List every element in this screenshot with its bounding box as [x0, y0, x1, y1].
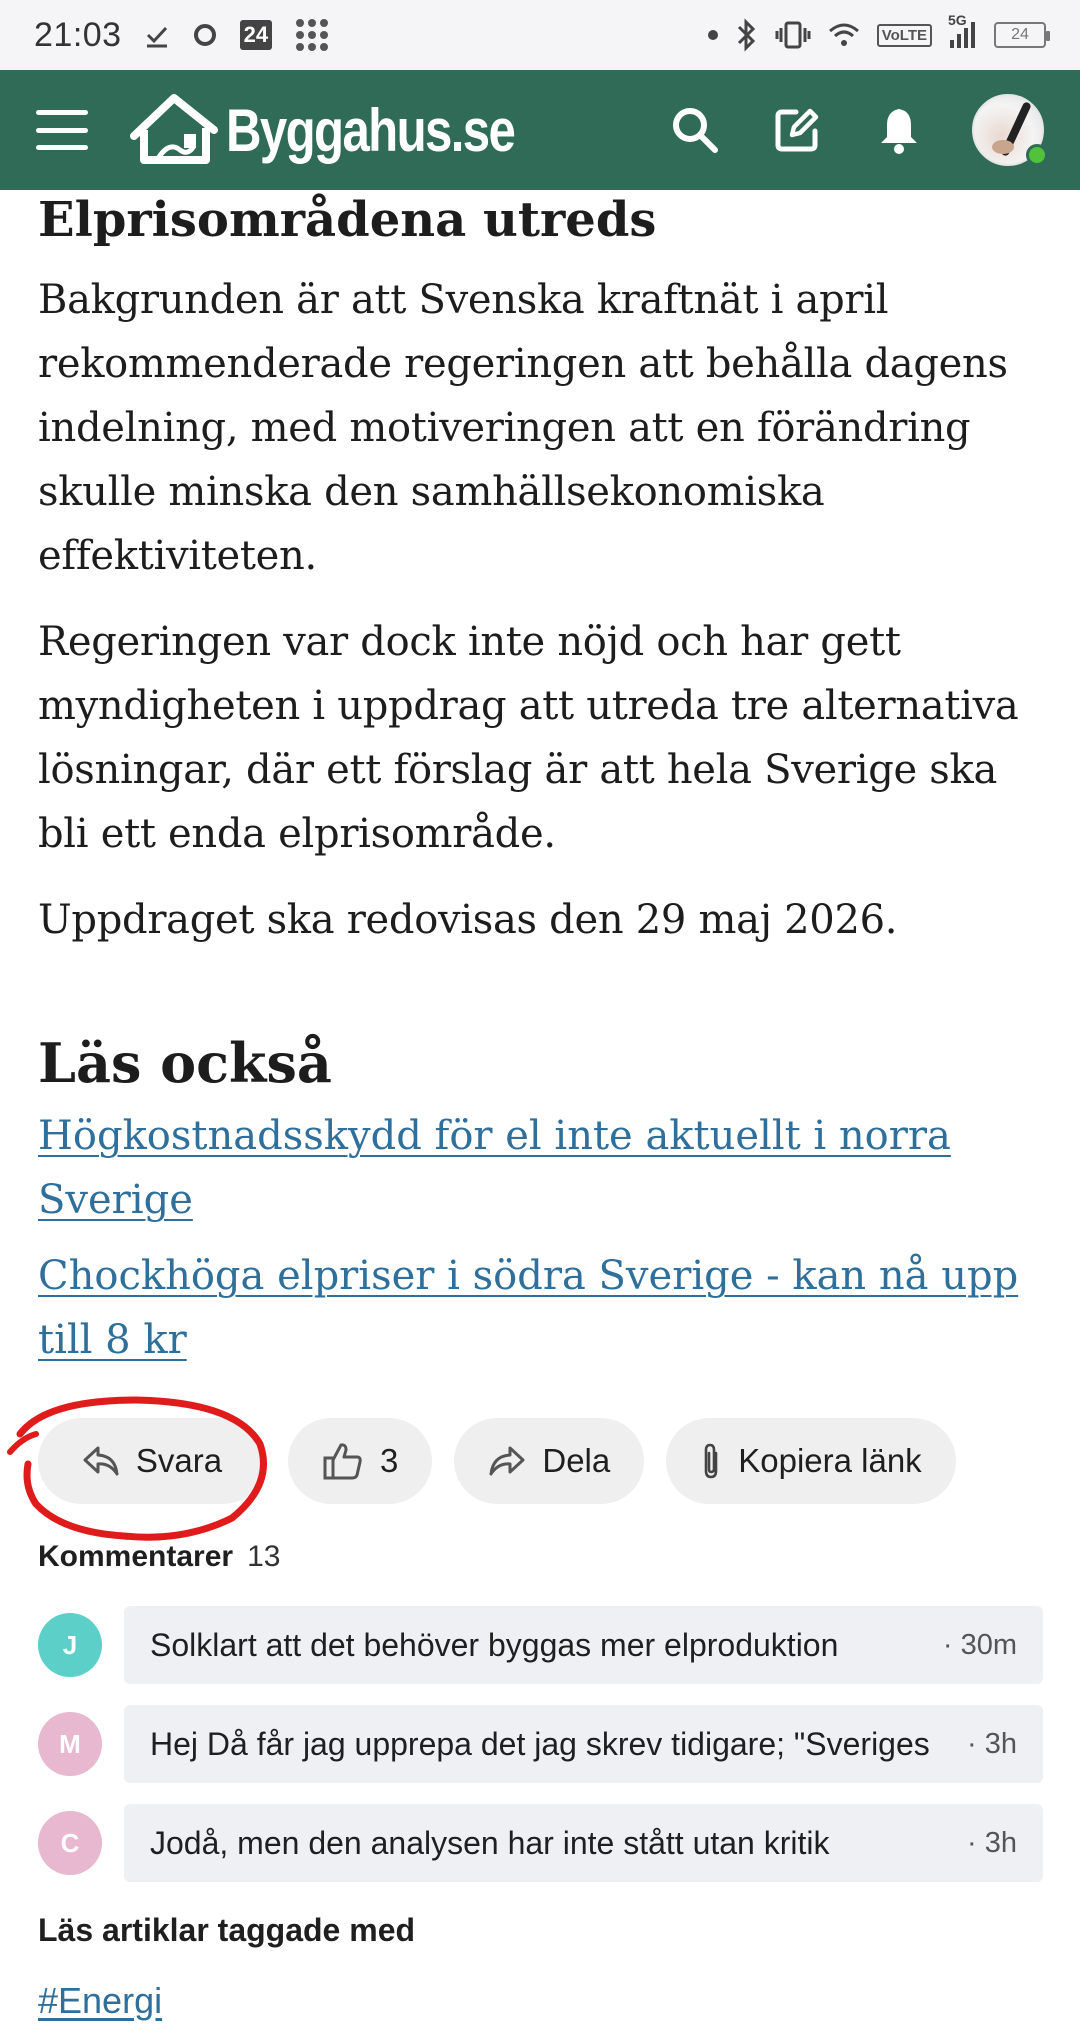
comment-time: · 3h: [967, 1826, 1017, 1859]
volte-icon: VoLTE: [876, 23, 932, 47]
read-also-link[interactable]: Chockhöga elpriser i södra Sverige - kan…: [38, 1244, 1048, 1372]
thumbs-up-icon: [323, 1443, 362, 1480]
tags-heading: Läs artiklar taggade med: [38, 1912, 416, 1948]
battery-icon: 24: [994, 22, 1050, 48]
signal-icon: 5G: [948, 12, 978, 50]
reply-button[interactable]: Svara: [38, 1418, 266, 1504]
signal-5g-label: 5G: [948, 12, 967, 28]
house-logo-icon: [130, 94, 218, 164]
vibrate-icon: [775, 20, 811, 50]
circle-icon: [192, 22, 218, 48]
comments-header: Kommentarer 13: [38, 1540, 280, 1574]
comment-time: · 3h: [967, 1727, 1017, 1760]
paperclip-icon: [704, 1443, 718, 1479]
article-actions: Svara 3 Dela Kopiera länk: [38, 1418, 956, 1504]
comment-bubble[interactable]: Hej Då får jag upprepa det jag skrev tid…: [124, 1705, 1043, 1783]
status-bar: 21:03 24 VoLTE 5G 24: [0, 0, 1080, 70]
like-button[interactable]: 3: [288, 1418, 433, 1504]
comments-count: 13: [247, 1540, 281, 1573]
user-avatar-button[interactable]: [972, 94, 1048, 166]
comment-list: J Solklart att det behöver byggas mer el…: [38, 1606, 1043, 1903]
comment-text: Solklart att det behöver byggas mer elpr…: [150, 1626, 839, 1663]
read-also-heading: Läs också: [38, 1031, 332, 1095]
article-paragraph: Uppdraget ska redovisas den 29 maj 2026.: [38, 897, 898, 943]
wifi-icon: [827, 21, 861, 49]
comment-text: Hej Då får jag upprepa det jag skrev tid…: [150, 1725, 930, 1762]
edit-icon[interactable]: [768, 101, 826, 159]
search-icon[interactable]: [666, 101, 724, 159]
share-icon: [489, 1446, 525, 1476]
share-button[interactable]: Dela: [454, 1418, 645, 1504]
comment-text: Jodå, men den analysen har inte stått ut…: [150, 1824, 830, 1861]
share-label: Dela: [542, 1442, 611, 1479]
article-body: Elprisområdena utreds Bakgrunden är att …: [38, 190, 1048, 1372]
brand-name: Byggahus.se: [226, 96, 516, 164]
copy-link-button[interactable]: Kopiera länk: [666, 1418, 956, 1504]
read-also-link[interactable]: Högkostnadsskydd för el inte aktuellt i …: [38, 1104, 1048, 1232]
dot-icon: [707, 29, 719, 41]
article-paragraph: Bakgrunden är att Svenska kraftnät i apr…: [38, 277, 1008, 579]
calendar-24-icon: 24: [239, 20, 273, 50]
comment-time: · 30m: [942, 1628, 1017, 1661]
online-status-dot: [1026, 144, 1048, 166]
reply-icon: [83, 1446, 119, 1476]
article-paragraph: Regeringen var dock inte nöjd och har ge…: [38, 619, 1019, 857]
status-time: 21:03: [34, 15, 122, 54]
bluetooth-icon: [735, 18, 759, 52]
comment-avatar[interactable]: C: [38, 1811, 102, 1875]
app-bar: Byggahus.se: [0, 70, 1080, 190]
menu-icon[interactable]: [36, 110, 88, 150]
site-logo[interactable]: Byggahus.se: [128, 90, 577, 170]
comment-avatar[interactable]: J: [38, 1613, 102, 1677]
copy-link-label: Kopiera länk: [738, 1442, 922, 1479]
bell-icon[interactable]: [870, 101, 928, 159]
comment-avatar[interactable]: M: [38, 1712, 102, 1776]
comments-heading: Kommentarer: [38, 1540, 234, 1573]
like-count: 3: [380, 1442, 399, 1479]
tag-link-energi[interactable]: #Energi: [38, 1980, 162, 2022]
section-heading: Elprisområdena utreds: [38, 192, 657, 248]
apps-grid-icon: [294, 17, 330, 53]
comment-item: J Solklart att det behöver byggas mer el…: [38, 1606, 1043, 1684]
comment-bubble[interactable]: Solklart att det behöver byggas mer elpr…: [124, 1606, 1043, 1684]
reply-label: Svara: [135, 1442, 223, 1479]
comment-bubble[interactable]: Jodå, men den analysen har inte stått ut…: [124, 1804, 1043, 1882]
comment-item: C Jodå, men den analysen har inte stått …: [38, 1804, 1043, 1882]
download-check-icon: [144, 22, 170, 48]
comment-item: M Hej Då får jag upprepa det jag skrev t…: [38, 1705, 1043, 1783]
